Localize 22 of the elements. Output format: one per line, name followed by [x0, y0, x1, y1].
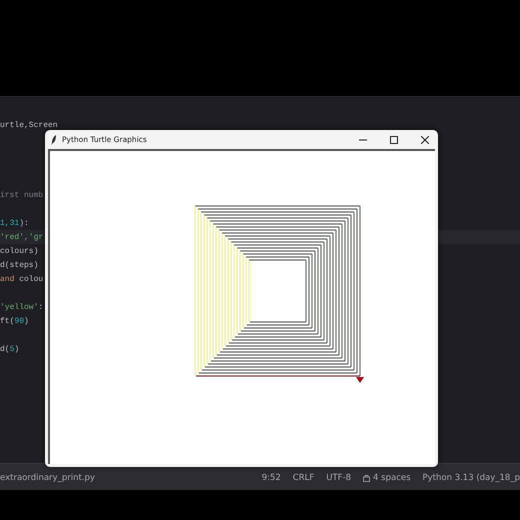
code-line: and colou — [0, 274, 44, 284]
file-name: extraordinary_print.py — [0, 473, 95, 483]
indent-status[interactable]: 4 spaces — [373, 473, 411, 483]
code-line: d(5) — [0, 344, 20, 354]
turtle-icon — [356, 377, 364, 383]
code-line: 'yellow': — [0, 302, 44, 312]
feather-icon — [51, 134, 57, 144]
code-line: ft(90) — [0, 316, 29, 326]
code-line: 'red','gr — [0, 232, 44, 242]
code-line: d(steps) — [0, 260, 38, 270]
close-icon — [421, 136, 429, 144]
code-line: colours) — [0, 246, 38, 256]
code-line: 1,31): — [0, 218, 29, 228]
line-separator[interactable]: CRLF — [292, 473, 314, 483]
interpreter-status[interactable]: Python 3.13 (day_18_p — [422, 473, 520, 483]
lock-icon — [363, 474, 370, 482]
code-line: urtle,Screen — [0, 120, 58, 130]
code-line: irst numb — [0, 190, 44, 200]
cursor-position[interactable]: 9:52 — [262, 473, 281, 483]
minimize-icon — [359, 138, 367, 140]
file-encoding[interactable]: UTF-8 — [326, 473, 352, 483]
maximize-icon — [390, 136, 398, 144]
